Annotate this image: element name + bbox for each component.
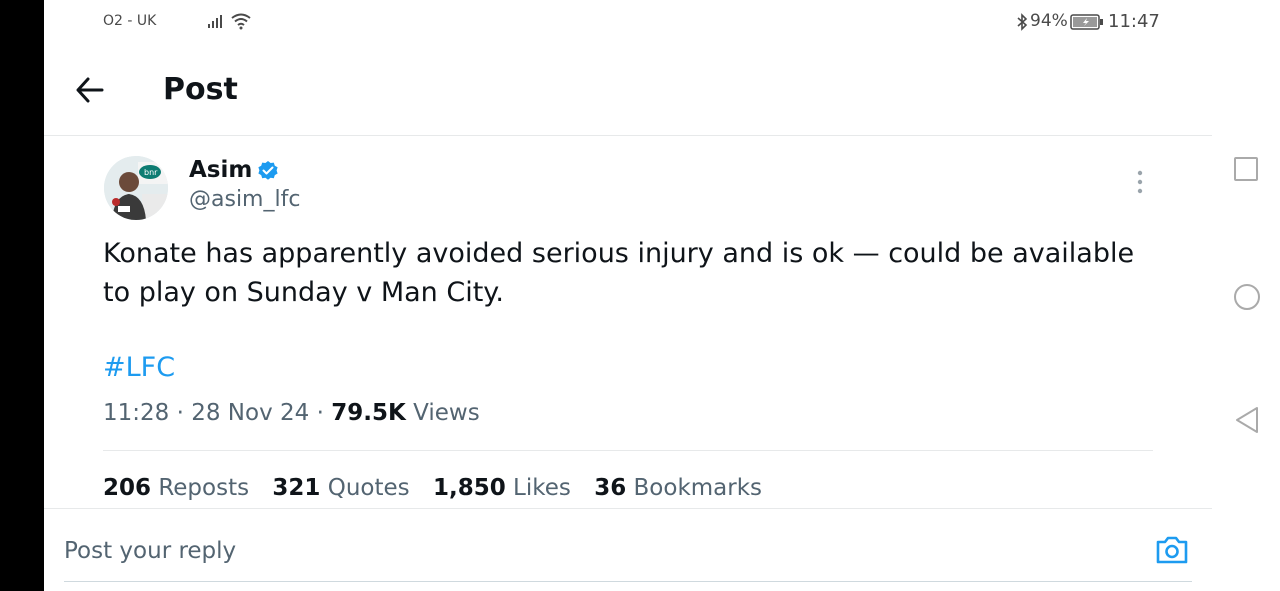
camera-icon [1154,536,1190,571]
post-date[interactable]: 28 Nov 24 [191,400,309,426]
post-detail: bnr Asim @asim_lfc Konate has apparently… [44,137,1212,509]
page-title: Post [163,72,238,107]
bookmarks-count: 36 [594,475,627,501]
reposts-label: Reposts [158,475,250,501]
meta-separator: · [176,400,184,426]
back-icon[interactable] [1234,405,1260,439]
status-bar: O2 - UK 94% 11:47 [44,0,1212,44]
quotes-stat[interactable]: 321 Quotes [272,475,409,501]
avatar[interactable]: bnr [104,156,168,220]
reply-underline [64,581,1192,582]
hashtag-link[interactable]: #LFC [103,352,175,383]
meta-separator: · [316,400,324,426]
left-black-border [0,0,44,591]
status-clock: 11:47 [1108,11,1160,32]
battery-icon [1070,14,1104,34]
likes-stat[interactable]: 1,850 Likes [433,475,571,501]
likes-label: Likes [513,475,571,501]
post-text: Konate has apparently avoided serious in… [103,238,1135,308]
author-name: Asim [189,157,253,183]
android-nav-bar [1212,0,1280,591]
recents-icon[interactable] [1234,157,1258,181]
verified-badge-icon [257,160,279,186]
carrier-label: O2 - UK [103,13,157,29]
svg-text:bnr: bnr [144,168,158,177]
reply-composer [44,509,1212,591]
more-vertical-icon [1128,170,1152,199]
quotes-count: 321 [272,475,321,501]
home-icon[interactable] [1234,284,1260,310]
bluetooth-icon [1016,13,1028,35]
arrow-left-icon [70,77,110,114]
bookmarks-stat[interactable]: 36 Bookmarks [594,475,762,501]
quotes-label: Quotes [327,475,410,501]
reposts-count: 206 [103,475,152,501]
divider [103,450,1153,451]
likes-count: 1,850 [432,475,506,501]
more-options-button[interactable] [1128,169,1152,195]
views-label: Views [413,400,480,426]
engagement-stats: 206 Reposts 321 Quotes 1,850 Likes 36 Bo… [103,475,778,501]
signal-icon [207,13,227,33]
views-count: 79.5K [331,400,406,426]
bookmarks-label: Bookmarks [633,475,763,501]
reply-input[interactable] [64,531,1114,571]
author-handle: @asim_lfc [189,187,301,212]
page-header: Post [44,44,1212,136]
battery-percent: 94% [1030,11,1068,31]
post-meta: 11:28 · 28 Nov 24 · 79.5K Views [103,400,480,426]
post-time[interactable]: 11:28 [103,400,169,426]
back-button[interactable] [70,70,110,110]
camera-button[interactable] [1154,533,1190,567]
wifi-icon [230,12,252,34]
reposts-stat[interactable]: 206 Reposts [103,475,249,501]
